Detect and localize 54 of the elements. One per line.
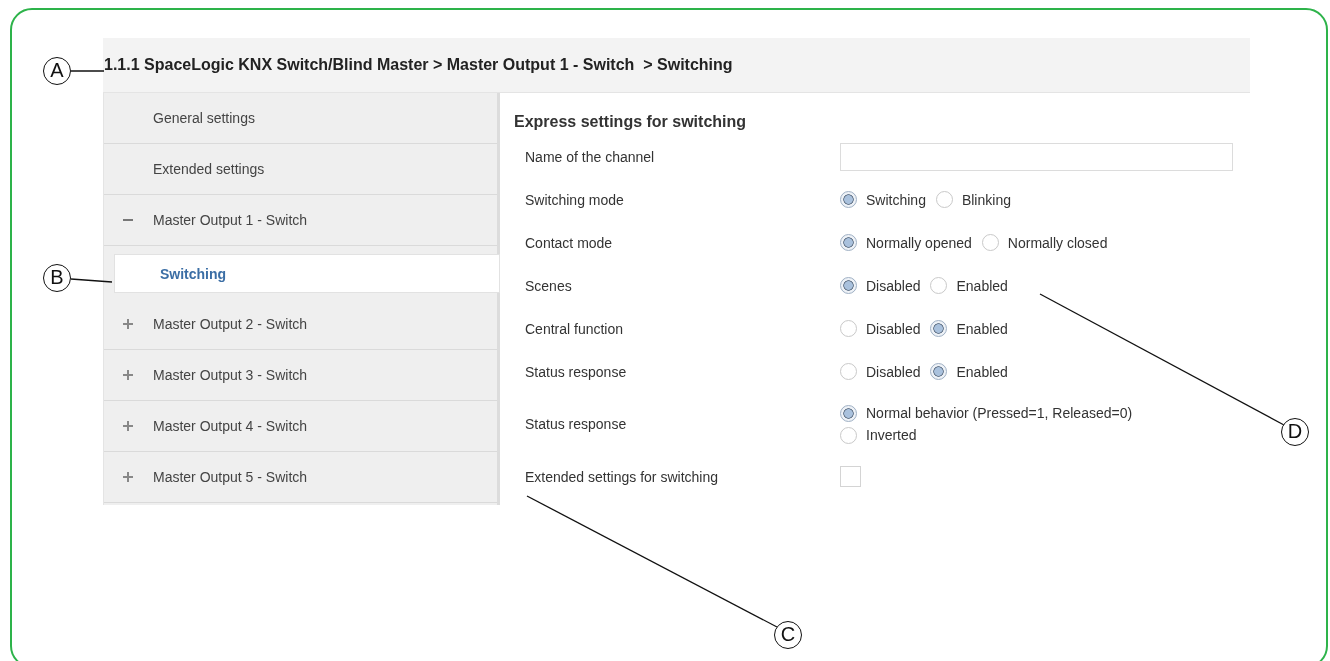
radio-option[interactable]: Normally closed [981, 234, 1108, 251]
expand-icon[interactable] [123, 421, 133, 431]
section-title: Express settings for switching [514, 113, 748, 131]
sidebar-item[interactable]: Master Output 4 - Switch [104, 401, 497, 452]
setting-label: Name of the channel [525, 148, 656, 165]
radio-button[interactable] [930, 277, 948, 294]
expand-icon[interactable] [123, 472, 133, 482]
radio-button[interactable] [840, 426, 857, 444]
radio-button[interactable] [840, 234, 857, 251]
radio-option[interactable]: Normally opened [840, 234, 972, 251]
radio-button[interactable] [840, 404, 857, 422]
radio-button[interactable] [840, 320, 857, 337]
input-field[interactable] [840, 142, 1233, 171]
leader-line [70, 70, 105, 72]
radio-option[interactable]: Normal behavior (Pressed=1, Released=0) [840, 404, 1133, 422]
radio-button[interactable] [930, 320, 948, 337]
radio-option[interactable]: Enabled [930, 320, 1008, 337]
radio-button[interactable] [840, 277, 857, 294]
setting-label: Central function [525, 320, 625, 337]
callout-label: C [774, 621, 802, 649]
radio-button[interactable] [930, 363, 948, 380]
leader-line [70, 278, 113, 283]
radio-button[interactable] [981, 234, 999, 251]
radio-option[interactable]: Enabled [930, 277, 1008, 294]
radio-option[interactable]: Blinking [935, 191, 1011, 208]
radio-option[interactable]: Enabled [930, 363, 1008, 380]
radio-button[interactable] [840, 191, 857, 208]
setting-label: Switching mode [525, 191, 625, 208]
breadcrumb-text: 1.1.1 SpaceLogic KNX Switch/Blind Master > Master Output 1 - Switch > Switching [104, 56, 733, 74]
expand-icon[interactable] [123, 370, 133, 380]
setting-label: Contact mode [525, 234, 614, 251]
sidebar-item[interactable]: General settings [104, 93, 497, 144]
setting-label: Extended settings for switching [525, 468, 719, 485]
setting-label: Status response [525, 416, 628, 432]
callout-label: B [43, 264, 71, 292]
sidebar-item[interactable]: Extended settings [104, 144, 497, 195]
sidebar-item[interactable]: Switching [114, 254, 500, 293]
radio-option[interactable]: Inverted [840, 426, 917, 444]
sidebar-item[interactable]: Master Output 2 - Switch [104, 299, 497, 350]
radio-option[interactable]: Switching [840, 191, 926, 208]
radio-button[interactable] [840, 363, 857, 380]
sidebar-item[interactable]: Master Output 3 - Switch [104, 350, 497, 401]
radio-button[interactable] [935, 191, 953, 208]
sidebar-item[interactable]: Master Output 1 - Switch [104, 195, 497, 246]
expand-icon[interactable] [123, 319, 133, 329]
setting-label: Scenes [525, 277, 573, 294]
sidebar-item[interactable]: Master Output 5 - Switch [104, 452, 497, 503]
radio-option[interactable]: Disabled [840, 320, 921, 337]
checkbox[interactable] [840, 466, 861, 487]
setting-label: Status response [525, 363, 628, 380]
radio-option[interactable]: Disabled [840, 363, 921, 380]
callout-label: D [1281, 418, 1309, 446]
callout-label: A [43, 57, 71, 85]
radio-option[interactable]: Disabled [840, 277, 921, 294]
